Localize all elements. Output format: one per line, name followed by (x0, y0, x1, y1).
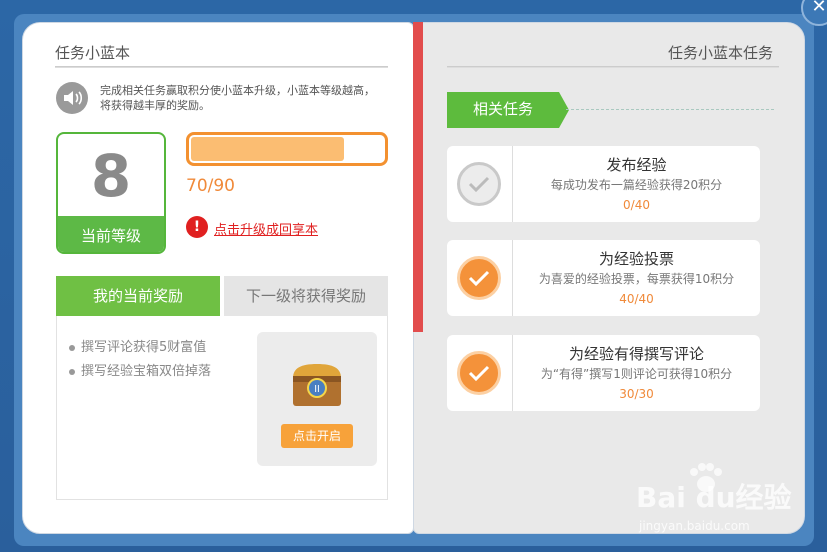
reward-item: 撰写经验宝箱双倍掉落 (69, 360, 211, 379)
check-icon (457, 162, 501, 206)
alert-icon: ! (186, 216, 208, 238)
check-icon (457, 351, 501, 395)
task-icon-wrap (447, 335, 513, 411)
tab-next-reward[interactable]: 下一级将获得奖励 (224, 276, 388, 316)
level-card: 8 当前等级 (56, 132, 166, 254)
reward-panel: 撰写评论获得5财富值 撰写经验宝箱双倍掉落 II 点击开启 (56, 316, 388, 500)
left-title-divider (55, 66, 388, 68)
task-icon-wrap (447, 146, 513, 222)
treasure-card: II 点击开启 (257, 332, 377, 466)
level-label: 当前等级 (58, 216, 164, 252)
watermark-url: jingyan.baidu.com (639, 519, 750, 533)
open-chest-button[interactable]: 点击开启 (281, 424, 353, 448)
reward-item: 撰写评论获得5财富值 (69, 336, 206, 355)
task-count: 0/40 (623, 198, 650, 212)
task-count: 40/40 (619, 292, 654, 306)
speaker-icon (56, 82, 88, 114)
modal-frame: ✕ 任务小蓝本 完成相关任务赢取积分使小蓝本升级，小蓝本等级越高，将获得越丰厚的… (0, 0, 827, 552)
task-icon-wrap (447, 240, 513, 316)
task-desc: 为“有得”撰写1则评论可获得10积分 (540, 367, 733, 381)
right-page-title: 任务小蓝本任务 (668, 44, 774, 62)
book-spine (413, 22, 423, 332)
task-title: 为经验投票 (598, 250, 674, 268)
treasure-chest-icon: II (289, 360, 345, 410)
ribbon-dash (566, 109, 774, 110)
tab-current-reward[interactable]: 我的当前奖励 (56, 276, 220, 316)
task-card[interactable]: 为经验有得撰写评论 为“有得”撰写1则评论可获得10积分 30/30 (447, 335, 760, 411)
progress-text: 70/90 (186, 176, 235, 196)
task-count: 30/30 (619, 387, 654, 401)
progress-bar (186, 132, 388, 166)
check-icon (457, 256, 501, 300)
task-card[interactable]: 发布经验 每成功发布一篇经验获得20积分 0/40 (447, 146, 760, 222)
task-desc: 为喜爱的经验投票，每票获得10积分 (538, 272, 735, 286)
left-page-title: 任务小蓝本 (55, 44, 131, 62)
progress-fill (191, 137, 344, 161)
task-desc: 每成功发布一篇经验获得20积分 (550, 178, 723, 192)
level-number: 8 (90, 142, 132, 210)
upgrade-link[interactable]: 点击升级成回享本 (214, 219, 318, 238)
close-icon: ✕ (811, 0, 827, 17)
right-title-divider (447, 66, 779, 68)
task-title: 为经验有得撰写评论 (568, 345, 704, 363)
svg-text:II: II (314, 384, 320, 395)
task-title: 发布经验 (606, 156, 667, 174)
intro-text: 完成相关任务赢取积分使小蓝本升级，小蓝本等级越高，将获得越丰厚的奖励。 (100, 84, 375, 112)
related-tasks-ribbon: 相关任务 (447, 92, 569, 128)
task-card[interactable]: 为经验投票 为喜爱的经验投票，每票获得10积分 40/40 (447, 240, 760, 316)
watermark-brand: Bai du经验 (636, 481, 792, 514)
